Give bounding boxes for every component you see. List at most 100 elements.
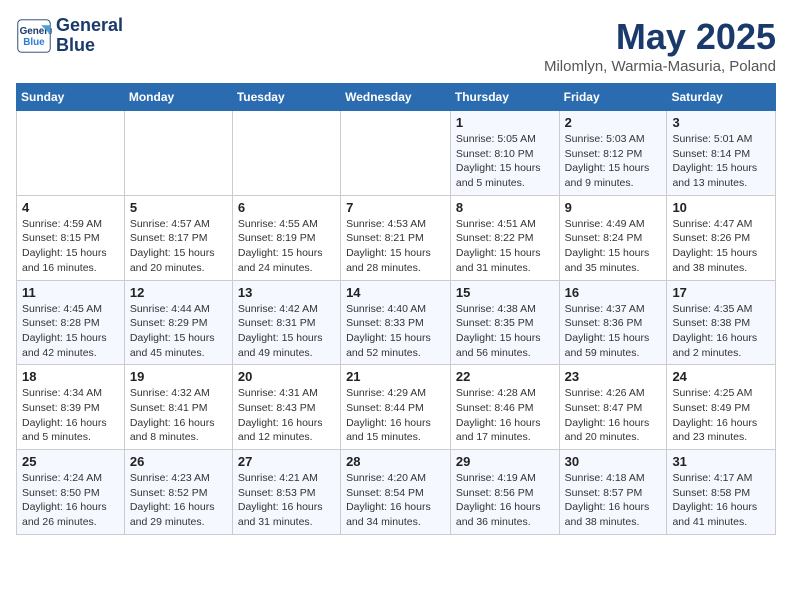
day-info: Sunrise: 4:31 AM Sunset: 8:43 PM Dayligh… <box>238 386 335 445</box>
calendar-cell: 5 Sunrise: 4:57 AM Sunset: 8:17 PM Daylig… <box>124 195 232 280</box>
calendar-cell: 9Sunrise: 4:49 AM Sunset: 8:24 PM Daylig… <box>559 195 667 280</box>
day-number: 2 <box>565 115 662 130</box>
calendar-cell: 24Sunrise: 4:25 AM Sunset: 8:49 PM Dayli… <box>667 365 776 450</box>
day-number: 6 <box>238 200 335 215</box>
title-area: May 2025 Milomlyn, Warmia-Masuria, Polan… <box>544 16 776 75</box>
day-number: 12 <box>130 285 227 300</box>
calendar-cell <box>124 111 232 196</box>
day-number: 17 <box>672 285 770 300</box>
day-info: Sunrise: 4:23 AM Sunset: 8:52 PM Dayligh… <box>130 471 227 530</box>
day-info: Sunrise: 4:24 AM Sunset: 8:50 PM Dayligh… <box>22 471 119 530</box>
day-number: 3 <box>672 115 770 130</box>
calendar-cell: 20 Sunrise: 4:31 AM Sunset: 8:43 PM Dayli… <box>232 365 340 450</box>
calendar-cell: 17 Sunrise: 4:35 AM Sunset: 8:38 PM Dayli… <box>667 280 776 365</box>
day-number: 15 <box>456 285 554 300</box>
day-number: 18 <box>22 369 119 384</box>
logo-icon: General Blue <box>16 18 52 54</box>
calendar-cell: 19 Sunrise: 4:32 AM Sunset: 8:41 PM Dayli… <box>124 365 232 450</box>
day-info: Sunrise: 4:21 AM Sunset: 8:53 PM Dayligh… <box>238 471 335 530</box>
day-number: 23 <box>565 369 662 384</box>
day-info: Sunrise: 4:59 AM Sunset: 8:15 PM Dayligh… <box>22 217 119 276</box>
day-info: Sunrise: 4:51 AM Sunset: 8:22 PM Dayligh… <box>456 217 554 276</box>
main-title: May 2025 <box>544 16 776 58</box>
day-info: Sunrise: 5:03 AM Sunset: 8:12 PM Dayligh… <box>565 132 662 191</box>
calendar-cell: 30 Sunrise: 4:18 AM Sunset: 8:57 PM Dayli… <box>559 450 667 535</box>
day-info: Sunrise: 4:53 AM Sunset: 8:21 PM Dayligh… <box>346 217 445 276</box>
day-number: 31 <box>672 454 770 469</box>
calendar-cell: 16Sunrise: 4:37 AM Sunset: 8:36 PM Dayli… <box>559 280 667 365</box>
day-info: Sunrise: 4:55 AM Sunset: 8:19 PM Dayligh… <box>238 217 335 276</box>
calendar-cell: 15 Sunrise: 4:38 AM Sunset: 8:35 PM Dayli… <box>450 280 559 365</box>
subtitle: Milomlyn, Warmia-Masuria, Poland <box>544 58 776 75</box>
day-number: 8 <box>456 200 554 215</box>
day-number: 30 <box>565 454 662 469</box>
day-number: 25 <box>22 454 119 469</box>
day-number: 13 <box>238 285 335 300</box>
day-info: Sunrise: 4:20 AM Sunset: 8:54 PM Dayligh… <box>346 471 445 530</box>
day-number: 22 <box>456 369 554 384</box>
calendar-cell: 11 Sunrise: 4:45 AM Sunset: 8:28 PM Dayli… <box>17 280 125 365</box>
calendar-cell: 13 Sunrise: 4:42 AM Sunset: 8:31 PM Dayli… <box>232 280 340 365</box>
day-info: Sunrise: 4:49 AM Sunset: 8:24 PM Dayligh… <box>565 217 662 276</box>
day-info: Sunrise: 4:37 AM Sunset: 8:36 PM Dayligh… <box>565 302 662 361</box>
calendar-cell: 28 Sunrise: 4:20 AM Sunset: 8:54 PM Dayli… <box>341 450 451 535</box>
day-header-sunday: Sunday <box>17 84 125 111</box>
day-number: 7 <box>346 200 445 215</box>
calendar-cell: 2 Sunrise: 5:03 AM Sunset: 8:12 PM Daylig… <box>559 111 667 196</box>
day-number: 1 <box>456 115 554 130</box>
svg-text:Blue: Blue <box>23 37 45 48</box>
day-number: 26 <box>130 454 227 469</box>
day-info: Sunrise: 5:05 AM Sunset: 8:10 PM Dayligh… <box>456 132 554 191</box>
logo: General Blue General Blue <box>16 16 123 56</box>
day-info: Sunrise: 4:45 AM Sunset: 8:28 PM Dayligh… <box>22 302 119 361</box>
calendar-cell: 4 Sunrise: 4:59 AM Sunset: 8:15 PM Daylig… <box>17 195 125 280</box>
calendar-cell: 31 Sunrise: 4:17 AM Sunset: 8:58 PM Dayli… <box>667 450 776 535</box>
day-number: 10 <box>672 200 770 215</box>
day-info: Sunrise: 4:42 AM Sunset: 8:31 PM Dayligh… <box>238 302 335 361</box>
day-info: Sunrise: 4:32 AM Sunset: 8:41 PM Dayligh… <box>130 386 227 445</box>
day-number: 19 <box>130 369 227 384</box>
day-number: 11 <box>22 285 119 300</box>
calendar-cell: 3 Sunrise: 5:01 AM Sunset: 8:14 PM Daylig… <box>667 111 776 196</box>
day-header-tuesday: Tuesday <box>232 84 340 111</box>
day-info: Sunrise: 4:44 AM Sunset: 8:29 PM Dayligh… <box>130 302 227 361</box>
calendar-cell: 22Sunrise: 4:28 AM Sunset: 8:46 PM Dayli… <box>450 365 559 450</box>
day-info: Sunrise: 4:47 AM Sunset: 8:26 PM Dayligh… <box>672 217 770 276</box>
calendar-cell <box>232 111 340 196</box>
day-info: Sunrise: 4:40 AM Sunset: 8:33 PM Dayligh… <box>346 302 445 361</box>
day-info: Sunrise: 4:26 AM Sunset: 8:47 PM Dayligh… <box>565 386 662 445</box>
day-info: Sunrise: 4:35 AM Sunset: 8:38 PM Dayligh… <box>672 302 770 361</box>
day-info: Sunrise: 4:29 AM Sunset: 8:44 PM Dayligh… <box>346 386 445 445</box>
day-info: Sunrise: 4:57 AM Sunset: 8:17 PM Dayligh… <box>130 217 227 276</box>
day-number: 4 <box>22 200 119 215</box>
calendar-cell: 7 Sunrise: 4:53 AM Sunset: 8:21 PM Daylig… <box>341 195 451 280</box>
calendar-cell: 25 Sunrise: 4:24 AM Sunset: 8:50 PM Dayli… <box>17 450 125 535</box>
day-info: Sunrise: 4:38 AM Sunset: 8:35 PM Dayligh… <box>456 302 554 361</box>
calendar-cell: 14 Sunrise: 4:40 AM Sunset: 8:33 PM Dayli… <box>341 280 451 365</box>
day-header-thursday: Thursday <box>450 84 559 111</box>
calendar-cell <box>341 111 451 196</box>
day-header-saturday: Saturday <box>667 84 776 111</box>
day-number: 24 <box>672 369 770 384</box>
day-number: 20 <box>238 369 335 384</box>
calendar-cell: 12 Sunrise: 4:44 AM Sunset: 8:29 PM Dayli… <box>124 280 232 365</box>
day-info: Sunrise: 5:01 AM Sunset: 8:14 PM Dayligh… <box>672 132 770 191</box>
calendar-cell: 21Sunrise: 4:29 AM Sunset: 8:44 PM Dayli… <box>341 365 451 450</box>
day-header-wednesday: Wednesday <box>341 84 451 111</box>
header: General Blue General Blue May 2025 Milom… <box>16 16 776 75</box>
day-info: Sunrise: 4:17 AM Sunset: 8:58 PM Dayligh… <box>672 471 770 530</box>
calendar-cell: 26 Sunrise: 4:23 AM Sunset: 8:52 PM Dayli… <box>124 450 232 535</box>
day-info: Sunrise: 4:19 AM Sunset: 8:56 PM Dayligh… <box>456 471 554 530</box>
day-header-friday: Friday <box>559 84 667 111</box>
calendar-cell: 1 Sunrise: 5:05 AM Sunset: 8:10 PM Daylig… <box>450 111 559 196</box>
calendar-cell <box>17 111 125 196</box>
calendar-table: SundayMondayTuesdayWednesdayThursdayFrid… <box>16 83 776 535</box>
day-number: 27 <box>238 454 335 469</box>
logo-text: General Blue <box>56 16 123 56</box>
day-number: 29 <box>456 454 554 469</box>
day-info: Sunrise: 4:18 AM Sunset: 8:57 PM Dayligh… <box>565 471 662 530</box>
calendar-cell: 27 Sunrise: 4:21 AM Sunset: 8:53 PM Dayli… <box>232 450 340 535</box>
day-number: 14 <box>346 285 445 300</box>
day-number: 5 <box>130 200 227 215</box>
day-number: 28 <box>346 454 445 469</box>
